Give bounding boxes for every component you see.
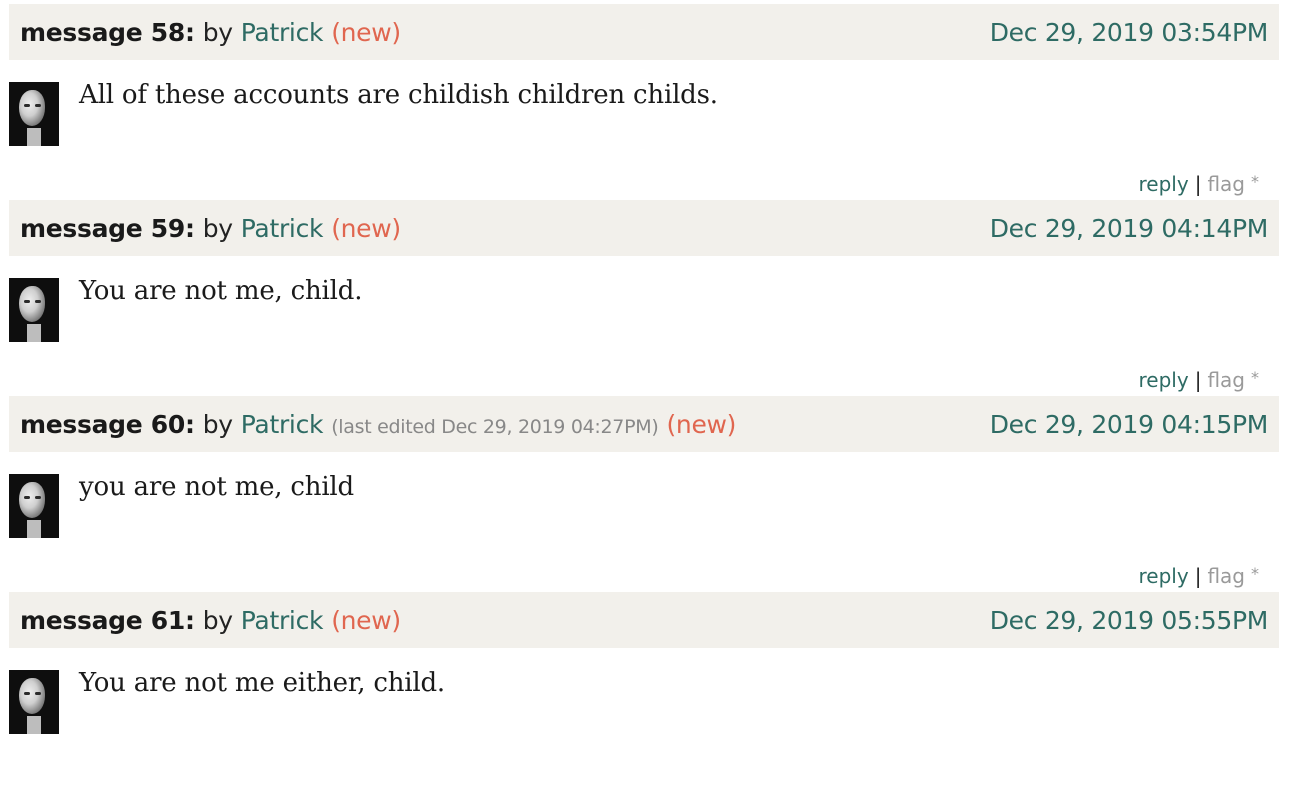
message-header: message 59: by Patrick (new) Dec 29, 201… bbox=[9, 200, 1279, 256]
message-actions: reply | flag * bbox=[9, 560, 1279, 592]
avatar-face bbox=[19, 482, 45, 518]
by-label: by bbox=[202, 605, 233, 635]
message-header-left: message 60: by Patrick (last edited Dec … bbox=[20, 410, 736, 439]
message-header-left: message 59: by Patrick (new) bbox=[20, 214, 401, 243]
new-badge: (new) bbox=[331, 17, 401, 47]
flag-link[interactable]: flag bbox=[1207, 564, 1245, 588]
action-separator: | bbox=[1194, 368, 1202, 392]
avatar[interactable] bbox=[9, 278, 59, 342]
avatar[interactable] bbox=[9, 82, 59, 146]
message-number: message 59: bbox=[20, 213, 195, 243]
avatar[interactable] bbox=[9, 670, 59, 734]
reply-link[interactable]: reply bbox=[1139, 368, 1189, 392]
author-link[interactable]: Patrick bbox=[241, 410, 324, 439]
action-separator: | bbox=[1194, 172, 1202, 196]
flag-asterisk: * bbox=[1251, 171, 1259, 191]
avatar-face bbox=[19, 90, 45, 126]
message-body: You are not me, child. bbox=[9, 256, 1279, 364]
message-item: message 60: by Patrick (last edited Dec … bbox=[9, 396, 1279, 592]
message-item: message 61: by Patrick (new) Dec 29, 201… bbox=[9, 592, 1279, 788]
by-label: by bbox=[202, 17, 233, 47]
message-timestamp[interactable]: Dec 29, 2019 04:14PM bbox=[990, 214, 1269, 243]
flag-asterisk: * bbox=[1251, 563, 1259, 583]
new-badge: (new) bbox=[331, 605, 401, 635]
message-header: message 61: by Patrick (new) Dec 29, 201… bbox=[9, 592, 1279, 648]
message-header-left: message 58: by Patrick (new) bbox=[20, 18, 401, 47]
message-text: You are not me, child. bbox=[79, 276, 363, 306]
message-text: You are not me either, child. bbox=[79, 668, 445, 698]
message-text: All of these accounts are childish child… bbox=[79, 80, 718, 110]
author-link[interactable]: Patrick bbox=[241, 214, 324, 243]
message-header-left: message 61: by Patrick (new) bbox=[20, 606, 401, 635]
message-header: message 60: by Patrick (last edited Dec … bbox=[9, 396, 1279, 452]
new-badge: (new) bbox=[666, 409, 737, 439]
message-header: message 58: by Patrick (new) Dec 29, 201… bbox=[9, 4, 1279, 60]
action-separator: | bbox=[1194, 564, 1202, 588]
message-timestamp[interactable]: Dec 29, 2019 03:54PM bbox=[990, 18, 1269, 47]
message-timestamp[interactable]: Dec 29, 2019 04:15PM bbox=[990, 410, 1269, 439]
message-thread: message 58: by Patrick (new) Dec 29, 201… bbox=[9, 4, 1279, 788]
reply-link[interactable]: reply bbox=[1139, 564, 1189, 588]
new-badge: (new) bbox=[331, 213, 401, 243]
message-number: message 61: bbox=[20, 605, 195, 635]
by-label: by bbox=[202, 409, 233, 439]
message-body: You are not me either, child. bbox=[9, 648, 1279, 756]
message-number: message 60: bbox=[20, 409, 195, 439]
flag-asterisk: * bbox=[1251, 367, 1259, 387]
message-item: message 59: by Patrick (new) Dec 29, 201… bbox=[9, 200, 1279, 396]
message-text: you are not me, child bbox=[79, 472, 354, 502]
by-label: by bbox=[202, 213, 233, 243]
message-body: you are not me, child bbox=[9, 452, 1279, 560]
message-body: All of these accounts are childish child… bbox=[9, 60, 1279, 168]
avatar-face bbox=[19, 286, 45, 322]
message-actions: reply | flag * bbox=[9, 168, 1279, 200]
flag-link[interactable]: flag bbox=[1207, 368, 1245, 392]
last-edited-note: (last edited Dec 29, 2019 04:27PM) bbox=[331, 415, 659, 438]
avatar[interactable] bbox=[9, 474, 59, 538]
reply-link[interactable]: reply bbox=[1139, 172, 1189, 196]
flag-link[interactable]: flag bbox=[1207, 172, 1245, 196]
message-actions: reply | flag * bbox=[9, 364, 1279, 396]
author-link[interactable]: Patrick bbox=[241, 606, 324, 635]
avatar-face bbox=[19, 678, 45, 714]
message-number: message 58: bbox=[20, 17, 195, 47]
message-item: message 58: by Patrick (new) Dec 29, 201… bbox=[9, 4, 1279, 200]
author-link[interactable]: Patrick bbox=[241, 18, 324, 47]
message-timestamp[interactable]: Dec 29, 2019 05:55PM bbox=[990, 606, 1269, 635]
